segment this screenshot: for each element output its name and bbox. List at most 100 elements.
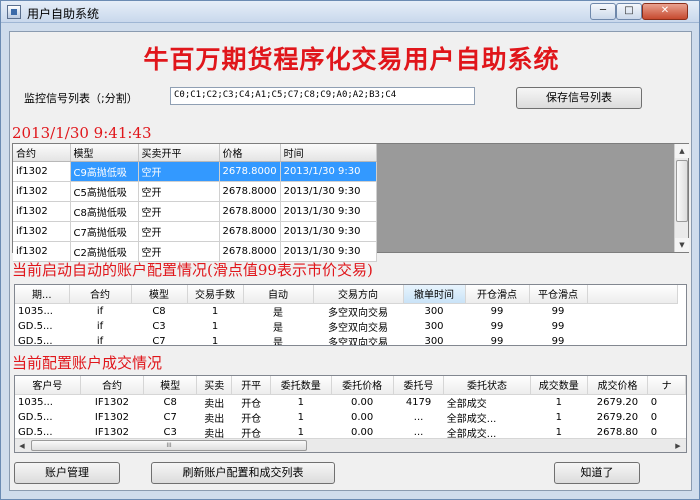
account-management-button[interactable]: 账户管理 [14, 462, 120, 484]
trades-col-header[interactable]: 模型 [143, 376, 198, 395]
config-cell: if [96, 320, 104, 332]
signal-vertical-scrollbar[interactable]: ▲ ▼ [674, 144, 689, 252]
signal-cell: C2高抛低吸 [70, 241, 139, 262]
signal-cell: 2013/1/30 9:30 [280, 221, 377, 242]
signal-col-header[interactable]: 买卖开平 [138, 144, 220, 162]
config-cell: GD.5... [18, 320, 53, 332]
signal-col-header[interactable]: 价格 [219, 144, 281, 162]
signal-cell: 2678.8000 [219, 161, 281, 182]
trades-col-header[interactable]: 买卖 [196, 376, 233, 395]
scroll-thumb[interactable]: III [31, 440, 307, 451]
config-cell: 99 [490, 335, 504, 346]
close-button[interactable]: ✕ [642, 3, 688, 20]
config-col-header[interactable]: 开仓滑点 [465, 285, 530, 304]
trades-col-header[interactable]: ナ [647, 376, 686, 395]
trades-cell: 卖出 [204, 413, 225, 425]
app-window: 用户自助系统 ─ □ ✕ 牛百万期货程序化交易用户自助系统 监控信号列表（;分割… [0, 0, 700, 500]
config-col-header[interactable]: 期... [15, 285, 70, 304]
trades-cell: 1 [555, 396, 562, 408]
trades-horizontal-scrollbar[interactable]: ◀ III ▶ [15, 438, 686, 452]
signal-cell: C9高抛低吸 [70, 161, 139, 182]
trades-col-header[interactable]: 客户号 [15, 376, 81, 395]
signal-cell: 2013/1/30 9:30 [280, 161, 377, 182]
trades-col-header[interactable]: 合约 [80, 376, 145, 395]
refresh-config-button[interactable]: 刷新账户配置和成交列表 [151, 462, 335, 484]
config-col-header-sorted[interactable]: 撤单时间 [403, 285, 466, 304]
signal-datetime: 2013/1/30 9:41:43 [12, 124, 152, 142]
config-cell: 多空双向交易 [328, 337, 388, 346]
config-listview[interactable]: 期... 合约 模型 交易手数 自动 交易方向 撤单时间 开仓滑点 平仓滑点 1… [14, 284, 687, 346]
trades-cell: 1035... [18, 396, 53, 408]
config-row[interactable]: 1035... if C8 1 是 多空双向交易 300 99 99 [15, 303, 677, 319]
signal-table: 合约 模型 买卖开平 价格 时间 if1302 C9高抛低吸 空开 2678.8… [13, 144, 377, 262]
signal-row[interactable]: if1302 C7高抛低吸 空开 2678.8000 2013/1/30 9:3… [13, 221, 377, 242]
config-cell: 99 [551, 320, 565, 332]
signal-col-header[interactable]: 模型 [70, 144, 139, 162]
trades-row[interactable]: GD.5... IF1302 C7 卖出 开仓 1 0.00 ... 全部成交.… [15, 410, 686, 425]
config-cell: 99 [490, 320, 504, 332]
signal-grid[interactable]: 合约 模型 买卖开平 价格 时间 if1302 C9高抛低吸 空开 2678.8… [12, 143, 689, 262]
trades-row[interactable]: 1035... IF1302 C8 卖出 开仓 1 0.00 4179 全部成交… [15, 394, 686, 410]
config-cell: C7 [152, 335, 166, 346]
minimize-button[interactable]: ─ [590, 3, 616, 20]
config-row[interactable]: GD.5... if C7 1 是 多空双向交易 300 99 99 [15, 334, 677, 346]
app-title: 牛百万期货程序化交易用户自助系统 [143, 45, 560, 74]
config-col-header[interactable]: 交易方向 [313, 285, 404, 304]
config-cell: 多空双向交易 [328, 322, 388, 334]
trades-col-header[interactable]: 开平 [231, 376, 272, 395]
config-section-title: 当前启动自动的账户配置情况(滑点值99表示市价交易) [12, 261, 373, 279]
signal-row-selected[interactable]: if1302 C9高抛低吸 空开 2678.8000 2013/1/30 9:3… [13, 161, 377, 182]
save-signal-list-button[interactable]: 保存信号列表 [516, 87, 642, 109]
config-cell: C3 [152, 320, 166, 332]
scroll-left-arrow-icon[interactable]: ◀ [15, 439, 29, 452]
signal-list-label: 监控信号列表（;分割） [24, 92, 138, 105]
config-row[interactable]: GD.5... if C3 1 是 多空双向交易 300 99 99 [15, 319, 677, 334]
trades-cell: 1 [555, 411, 562, 423]
config-col-header[interactable]: 交易手数 [187, 285, 244, 304]
config-cell: 300 [424, 335, 444, 346]
config-col-header[interactable]: 自动 [243, 285, 314, 304]
config-cell: 多空双向交易 [328, 307, 388, 319]
trades-cell: C7 [163, 411, 177, 423]
scroll-down-arrow-icon[interactable]: ▼ [675, 238, 689, 252]
ok-button[interactable]: 知道了 [554, 462, 640, 484]
trades-cell: 全部成交... [446, 413, 497, 425]
signal-col-header[interactable]: 合约 [13, 144, 71, 162]
config-cell: 1035... [18, 305, 53, 317]
trades-table: 客户号 合约 模型 买卖 开平 委托数量 委托价格 委托号 委托状态 成交数量 … [15, 376, 686, 440]
maximize-button[interactable]: □ [616, 3, 642, 20]
scroll-right-arrow-icon[interactable]: ▶ [671, 439, 685, 452]
config-cell-filler [587, 334, 677, 346]
config-col-header[interactable]: 模型 [131, 285, 188, 304]
trades-col-header[interactable]: 委托价格 [331, 376, 394, 395]
signal-cell: 2678.8000 [219, 201, 281, 222]
signal-col-header[interactable]: 时间 [280, 144, 377, 162]
trades-col-header[interactable]: 成交数量 [530, 376, 588, 395]
trades-col-header[interactable]: 委托状态 [443, 376, 531, 395]
config-col-header-filler [587, 285, 678, 304]
trades-cell: 卖出 [204, 398, 225, 410]
signal-row[interactable]: if1302 C2高抛低吸 空开 2678.8000 2013/1/30 9:3… [13, 241, 377, 262]
config-col-header[interactable]: 平仓滑点 [529, 285, 588, 304]
config-cell: 是 [273, 322, 283, 334]
signal-row[interactable]: if1302 C8高抛低吸 空开 2678.8000 2013/1/30 9:3… [13, 201, 377, 222]
trades-cell: 1 [297, 396, 304, 408]
config-cell-filler [587, 319, 677, 334]
scroll-thumb[interactable] [676, 160, 688, 222]
config-cell: 300 [424, 305, 444, 317]
signal-cell: 2678.8000 [219, 181, 281, 202]
scroll-up-arrow-icon[interactable]: ▲ [675, 144, 689, 158]
trades-col-header[interactable]: 委托号 [393, 376, 445, 395]
signal-cell: 2678.8000 [219, 241, 281, 262]
title-bar[interactable]: 用户自助系统 ─ □ ✕ [1, 1, 699, 23]
config-col-header[interactable]: 合约 [69, 285, 132, 304]
client-area: 牛百万期货程序化交易用户自助系统 监控信号列表（;分割） C0;C1;C2;C3… [9, 31, 692, 491]
config-cell: 是 [273, 307, 283, 319]
config-cell: 1 [211, 305, 219, 317]
trades-cell: 0 [650, 411, 658, 423]
trades-col-header[interactable]: 委托数量 [270, 376, 332, 395]
trades-col-header[interactable]: 成交价格 [587, 376, 649, 395]
signal-list-input[interactable]: C0;C1;C2;C3;C4;A1;C5;C7;C8;C9;A0;A2;B3;C… [170, 87, 475, 105]
signal-row[interactable]: if1302 C5高抛低吸 空开 2678.8000 2013/1/30 9:3… [13, 181, 377, 202]
trades-listview[interactable]: 客户号 合约 模型 买卖 开平 委托数量 委托价格 委托号 委托状态 成交数量 … [14, 375, 687, 453]
